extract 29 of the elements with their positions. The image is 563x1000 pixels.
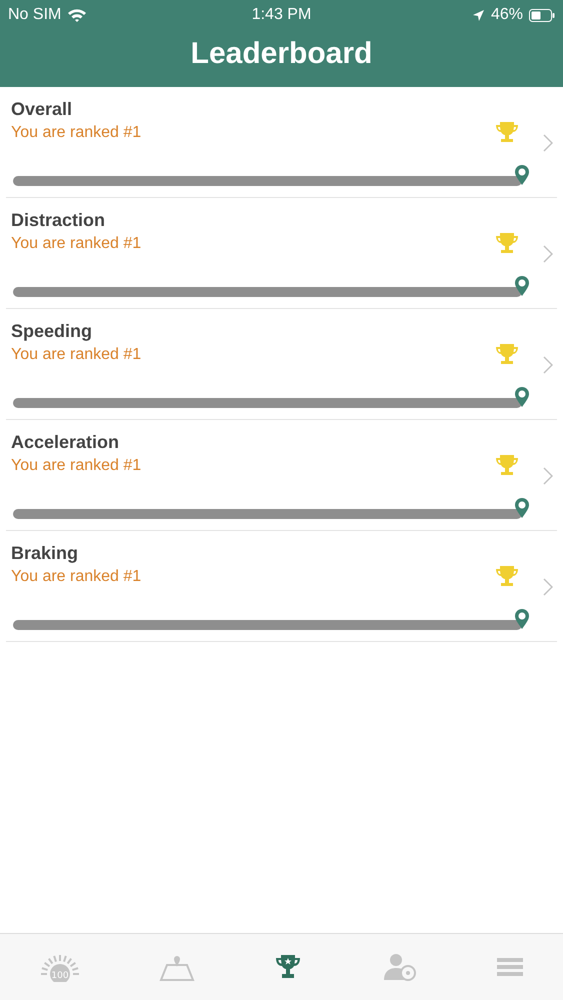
chevron-icon [543, 245, 553, 263]
rank-label: You are ranked #1 [11, 346, 142, 364]
driver-steering-wheel-icon [382, 952, 418, 982]
leaderboard-row[interactable]: Speeding You are ranked #1 [6, 309, 557, 420]
category-title: Acceleration [11, 432, 120, 453]
category-title: Speeding [11, 321, 92, 342]
leaderboard-row[interactable]: Distraction You are ranked #1 [6, 198, 557, 309]
chevron-icon [543, 134, 553, 152]
category-title: Distraction [11, 210, 106, 231]
battery-percentage: 46% [490, 6, 523, 24]
leaderboard-row[interactable]: Acceleration You are ranked #1 [6, 420, 557, 531]
chevron-icon [543, 578, 553, 596]
category-title: Overall [11, 99, 72, 120]
leaderboard-row[interactable]: Overall You are ranked #1 [6, 87, 557, 198]
carrier-label: No SIM [8, 6, 62, 24]
rank-label: You are ranked #1 [11, 568, 142, 586]
chevron-icon [543, 467, 553, 485]
leaderboard-row[interactable]: Braking You are ranked #1 [6, 531, 557, 642]
screen-title: Leaderboard [190, 36, 374, 72]
rank-label: You are ranked #1 [11, 124, 142, 142]
category-title: Braking [11, 543, 78, 564]
chevron-icon [543, 356, 553, 374]
clock: 1:43 PM [252, 6, 312, 24]
location-arrow-icon [472, 8, 485, 22]
rank-label: You are ranked #1 [11, 457, 142, 475]
menu-icon [497, 957, 524, 977]
battery-icon [529, 8, 555, 22]
rank-label: You are ranked #1 [11, 235, 142, 253]
wifi-icon [67, 8, 88, 22]
